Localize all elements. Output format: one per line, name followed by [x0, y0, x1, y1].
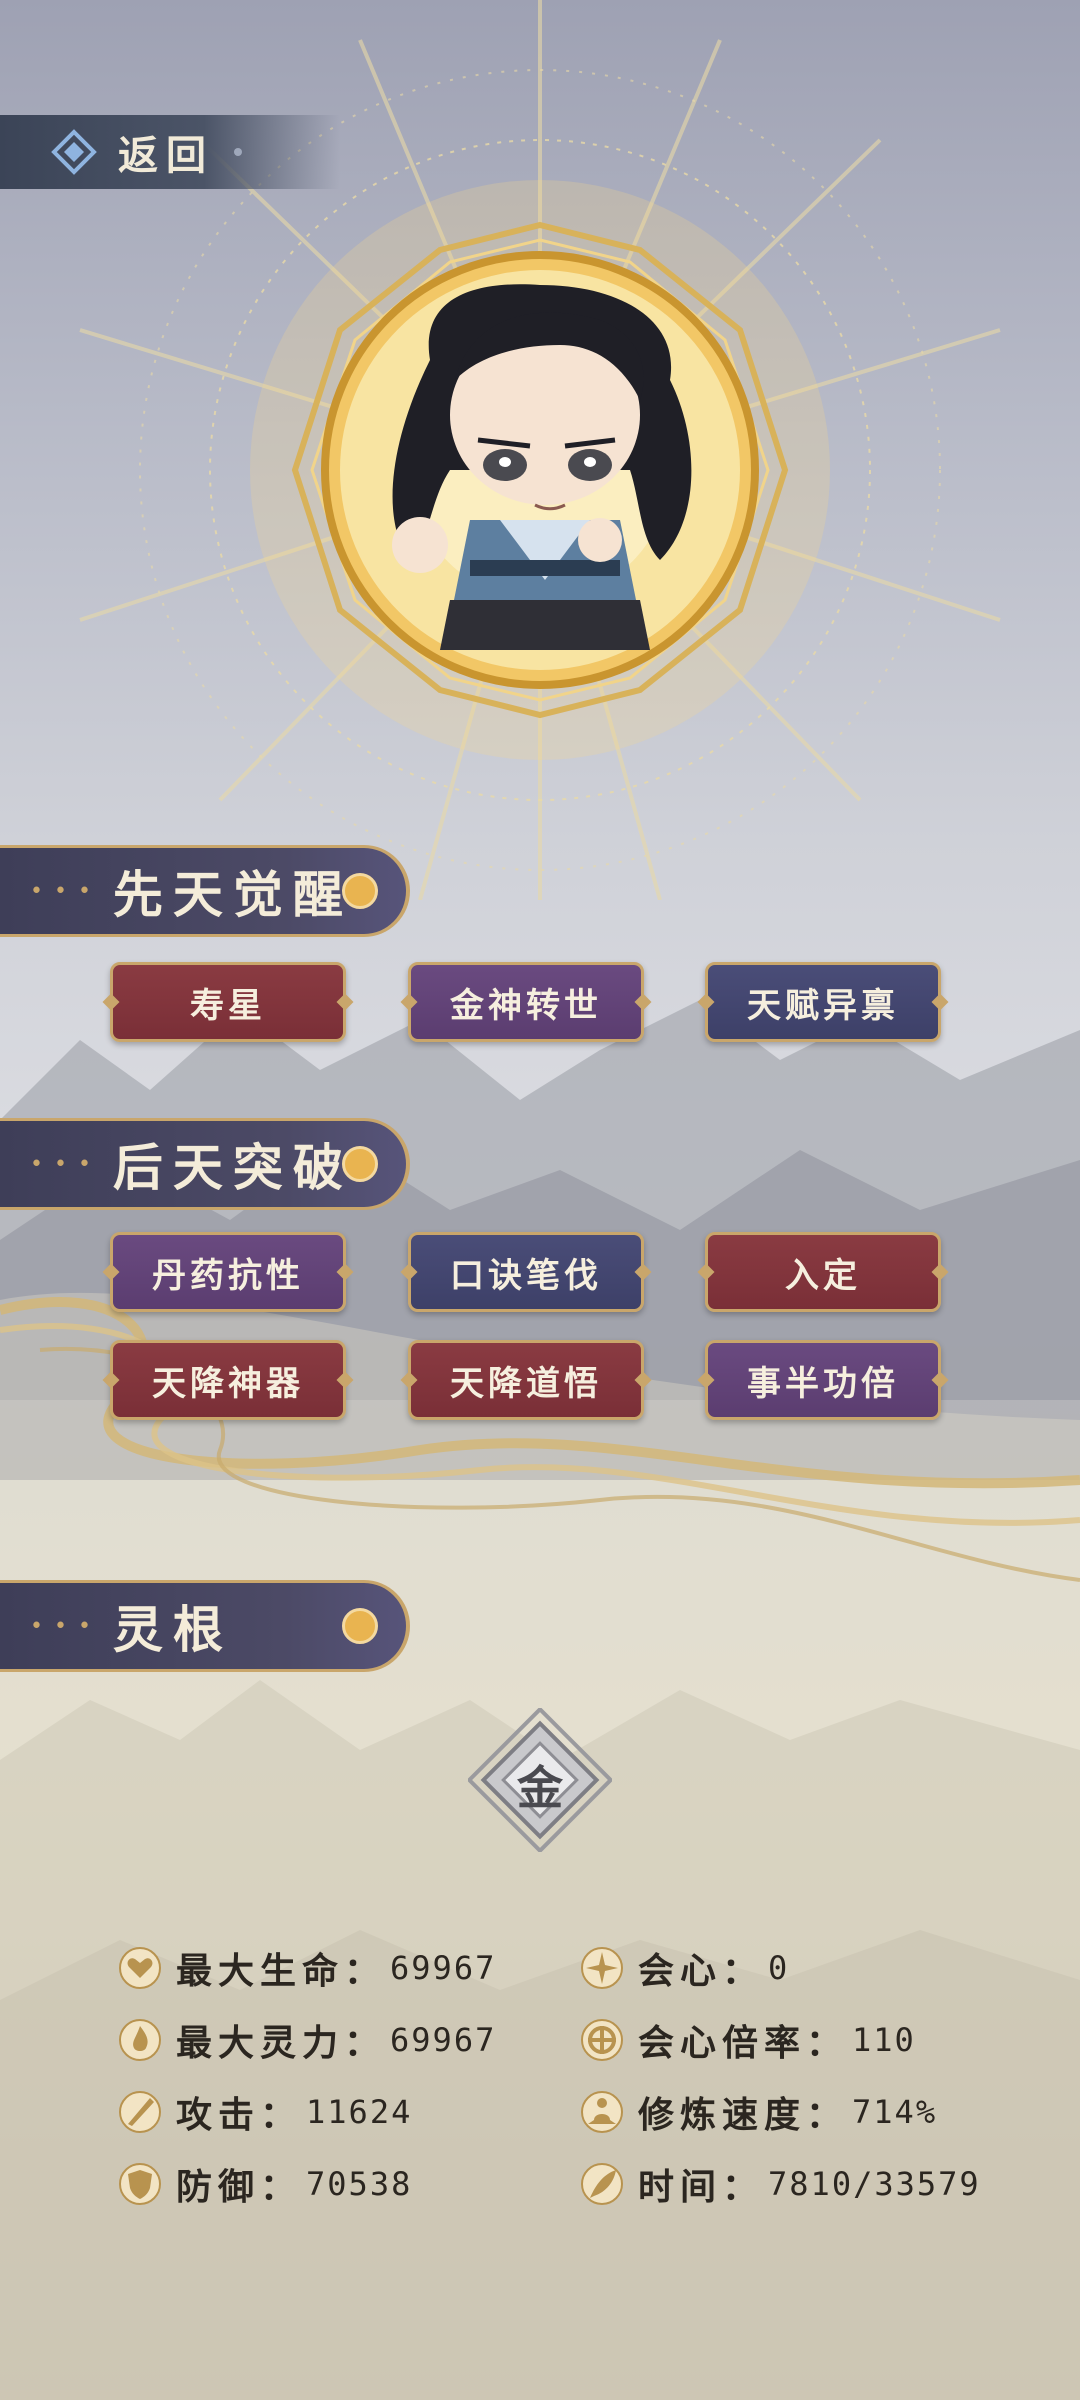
flame-icon — [119, 2019, 161, 2061]
stat-label: 会心： — [638, 1950, 765, 1992]
stat-label: 会心倍率： — [638, 2022, 849, 2064]
stat-max-hp: 最大生命： 69967 — [118, 1942, 496, 1994]
stat-defense: 防御： 70538 — [118, 2158, 412, 2210]
stat-crit: 会心： 0 — [580, 1942, 789, 1994]
stat-max-spirit: 最大灵力： 69967 — [118, 2014, 496, 2066]
stat-value: 0 — [768, 1949, 790, 1987]
stat-cultivation-speed: 修炼速度： 714% — [580, 2086, 937, 2138]
stat-label: 攻击： — [176, 2094, 303, 2136]
meditation-icon — [581, 2091, 623, 2133]
stat-label: 修炼速度： — [638, 2094, 849, 2136]
stat-label: 防御： — [176, 2166, 303, 2208]
sword-icon — [119, 2091, 161, 2133]
section-acquired-breakthrough: • • • 后天突破 — [0, 1118, 410, 1210]
stat-value: 70538 — [306, 2165, 413, 2203]
section-dots-decoration: • • • — [30, 1151, 93, 1177]
stat-crit-rate: 会心倍率： 110 — [580, 2014, 916, 2066]
stat-value: 714% — [852, 2093, 938, 2131]
talent-button[interactable]: 口诀笔伐 — [408, 1232, 644, 1312]
talent-label: 口诀笔伐 — [450, 1255, 602, 1296]
back-diamond-icon — [51, 129, 97, 175]
stat-value: 11624 — [306, 2093, 413, 2131]
shield-icon — [119, 2163, 161, 2205]
talent-button[interactable]: 事半功倍 — [705, 1340, 941, 1420]
talent-label: 天降神器 — [152, 1363, 304, 1404]
back-button[interactable]: 返回 — [0, 115, 340, 189]
section-knob-decoration — [342, 1146, 378, 1182]
section-title: 后天突破 — [112, 1138, 353, 1197]
stat-label: 最大灵力： — [176, 2022, 387, 2064]
heart-icon — [119, 1947, 161, 1989]
talent-label: 寿星 — [190, 985, 266, 1026]
star-burst-icon — [581, 1947, 623, 1989]
talent-label: 事半功倍 — [747, 1363, 899, 1404]
talent-button[interactable]: 天降道悟 — [408, 1340, 644, 1420]
spirit-root-element: 金 — [517, 1761, 563, 1815]
back-label: 返回 — [118, 132, 214, 179]
crosshair-icon — [581, 2019, 623, 2061]
section-spirit-root: • • • 灵根 — [0, 1580, 410, 1672]
stat-value: 69967 — [390, 1949, 497, 1987]
talent-label: 天降道悟 — [450, 1363, 602, 1404]
stat-label: 最大生命： — [176, 1950, 387, 1992]
talent-label: 天赋异禀 — [747, 985, 899, 1026]
section-title: 先天觉醒 — [112, 865, 353, 924]
section-knob-decoration — [342, 873, 378, 909]
stat-value: 7810/33579 — [768, 2165, 981, 2203]
section-innate-awakening: • • • 先天觉醒 — [0, 845, 410, 937]
talent-label: 金神转世 — [450, 985, 602, 1026]
talent-button[interactable]: 丹药抗性 — [110, 1232, 346, 1312]
talent-label: 丹药抗性 — [152, 1255, 304, 1296]
talent-button[interactable]: 金神转世 — [408, 962, 644, 1042]
talent-button[interactable]: 入定 — [705, 1232, 941, 1312]
section-dots-decoration: • • • — [30, 1613, 93, 1639]
talent-label: 入定 — [785, 1255, 861, 1296]
back-dot — [234, 148, 242, 156]
spirit-root-emblem[interactable]: 金 — [466, 1706, 614, 1854]
section-knob-decoration — [342, 1608, 378, 1644]
stat-value: 110 — [852, 2021, 916, 2059]
talent-button[interactable]: 天赋异禀 — [705, 962, 941, 1042]
stat-value: 69967 — [390, 2021, 497, 2059]
talent-button[interactable]: 寿星 — [110, 962, 346, 1042]
stat-time: 时间： 7810/33579 — [580, 2158, 981, 2210]
feather-icon — [581, 2163, 623, 2205]
talent-button[interactable]: 天降神器 — [110, 1340, 346, 1420]
section-dots-decoration: • • • — [30, 878, 93, 904]
section-title: 灵根 — [112, 1600, 233, 1659]
stat-attack: 攻击： 11624 — [118, 2086, 412, 2138]
stat-label: 时间： — [638, 2166, 765, 2208]
